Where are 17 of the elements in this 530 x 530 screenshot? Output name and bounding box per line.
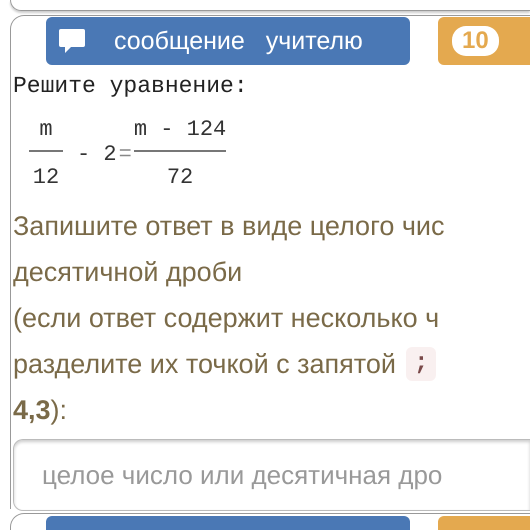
- instruction-line: (если ответ содержит несколько ч: [13, 302, 440, 335]
- denominator: 72: [166, 164, 194, 192]
- example-line: 4,3):: [13, 394, 68, 427]
- task-title: Решите уравнение:: [13, 73, 249, 99]
- instruction-line: разделите их точкой с запятой: [13, 348, 396, 381]
- speech-bubble-icon: [58, 28, 86, 54]
- equals-sign: =: [118, 142, 132, 166]
- equation-term: - 2: [77, 142, 117, 166]
- instruction-line: десятичной дроби: [13, 256, 244, 289]
- message-teacher-button[interactable]: сообщение учителю: [46, 17, 410, 65]
- numerator: m: [39, 116, 53, 144]
- instruction-line: Запишите ответ в виде целого чис: [13, 210, 446, 243]
- denominator: 12: [32, 164, 60, 192]
- code-snippet: ;: [406, 347, 436, 381]
- numerator: m - 124: [134, 116, 226, 144]
- points-count: 10: [452, 26, 499, 56]
- answer-input-field[interactable]: целое число или десятичная дро: [13, 439, 530, 511]
